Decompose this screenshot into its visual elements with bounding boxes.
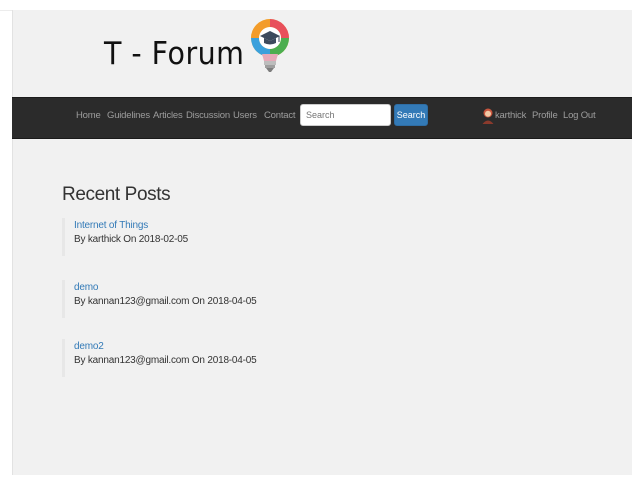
post-meta: By kannan123@gmail.com On 2018-04-05: [74, 355, 257, 366]
post-title-link[interactable]: Internet of Things: [74, 220, 362, 231]
recent-posts-heading: Recent Posts: [62, 184, 171, 205]
list-item: demo2 By kannan123@gmail.com On 2018-04-…: [62, 339, 362, 377]
lightbulb-logo-icon: [251, 19, 289, 72]
list-item: demo By kannan123@gmail.com On 2018-04-0…: [62, 280, 362, 318]
nav-guidelines-link[interactable]: Guidelines: [107, 110, 150, 121]
post-title-link[interactable]: demo: [74, 282, 362, 293]
nav-logout-link[interactable]: Log Out: [563, 110, 596, 121]
site-brand-title[interactable]: T - Forum: [104, 36, 244, 72]
nav-profile-link[interactable]: Profile: [532, 110, 558, 121]
nav-users-link[interactable]: Users: [233, 110, 257, 121]
list-item: Internet of Things By karthick On 2018-0…: [62, 218, 362, 256]
nav-articles-link[interactable]: Articles: [153, 110, 183, 121]
nav-user-name[interactable]: karthick: [495, 110, 526, 121]
post-meta: By karthick On 2018-02-05: [74, 234, 188, 245]
nav-discussion-link[interactable]: Discussion: [186, 110, 230, 121]
post-meta: By kannan123@gmail.com On 2018-04-05: [74, 296, 257, 307]
user-avatar-icon: [482, 108, 494, 124]
nav-contact-link[interactable]: Contact: [264, 110, 296, 121]
post-title-link[interactable]: demo2: [74, 341, 362, 352]
search-input[interactable]: [300, 104, 391, 126]
nav-home-link[interactable]: Home: [76, 110, 101, 121]
search-button[interactable]: Search: [394, 104, 428, 126]
